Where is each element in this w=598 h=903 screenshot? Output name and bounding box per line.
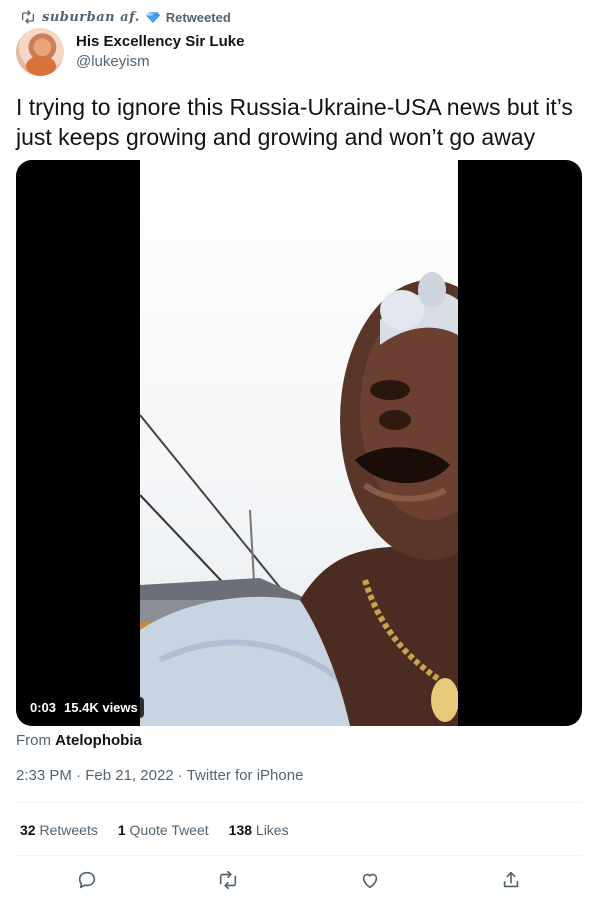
tweet-actions (16, 862, 582, 898)
video-frame[interactable] (140, 160, 458, 726)
divider (16, 802, 582, 803)
meta-separator: · (76, 767, 82, 784)
quote-tweets-stat[interactable]: 1 Quote Tweet (118, 822, 209, 838)
retweet-button-icon[interactable] (217, 869, 239, 891)
tweet-date[interactable]: Feb 21, 2022 (85, 767, 173, 784)
likes-count: 138 (228, 822, 253, 838)
tweet-metadata: 2:33 PM · Feb 21, 2022 · Twitter for iPh… (16, 767, 303, 784)
retweets-count: 32 (20, 822, 36, 838)
likes-label: Likes (255, 822, 289, 838)
quotes-count: 1 (117, 822, 126, 838)
retweeter-name[interactable]: suburban af. (42, 10, 140, 25)
retweet-icon (20, 9, 36, 25)
meta-separator: · (177, 767, 183, 784)
from-label: From (16, 732, 51, 749)
tweet-author: His Excellency Sir Luke @lukeyism (16, 28, 244, 76)
tweet-client[interactable]: Twitter for iPhone (187, 767, 304, 784)
retweets-label: Retweets (39, 822, 98, 838)
video-player[interactable]: 0:03 15.4K views (16, 160, 582, 726)
quotes-label: Quote Tweet (129, 822, 209, 838)
divider (16, 855, 582, 856)
share-icon[interactable] (500, 869, 522, 891)
source-account-link[interactable]: Atelophobia (55, 732, 142, 749)
diamond-emoji-icon (145, 10, 160, 24)
retweeted-label: Retweeted (165, 9, 231, 25)
retweets-stat[interactable]: 32 Retweets (20, 822, 98, 838)
video-duration-views-badge: 0:03 15.4K views (24, 697, 144, 718)
avatar[interactable] (16, 28, 64, 76)
reply-icon[interactable] (76, 869, 98, 891)
tweet-text: I trying to ignore this Russia-Ukraine-U… (16, 94, 573, 150)
likes-stat[interactable]: 138 Likes (229, 822, 289, 838)
engagement-stats: 32 Retweets 1 Quote Tweet 138 Likes (20, 822, 289, 838)
video-attribution: From Atelophobia (16, 732, 142, 749)
author-handle[interactable]: @lukeyism (76, 52, 244, 72)
retweet-context: suburban af. Retweeted (20, 8, 231, 26)
tweet-time[interactable]: 2:33 PM (16, 767, 72, 784)
video-views: 15.4K views (64, 700, 138, 715)
video-duration: 0:03 (30, 700, 57, 715)
author-display-name[interactable]: His Excellency Sir Luke (76, 32, 244, 52)
heart-icon[interactable] (359, 869, 381, 891)
